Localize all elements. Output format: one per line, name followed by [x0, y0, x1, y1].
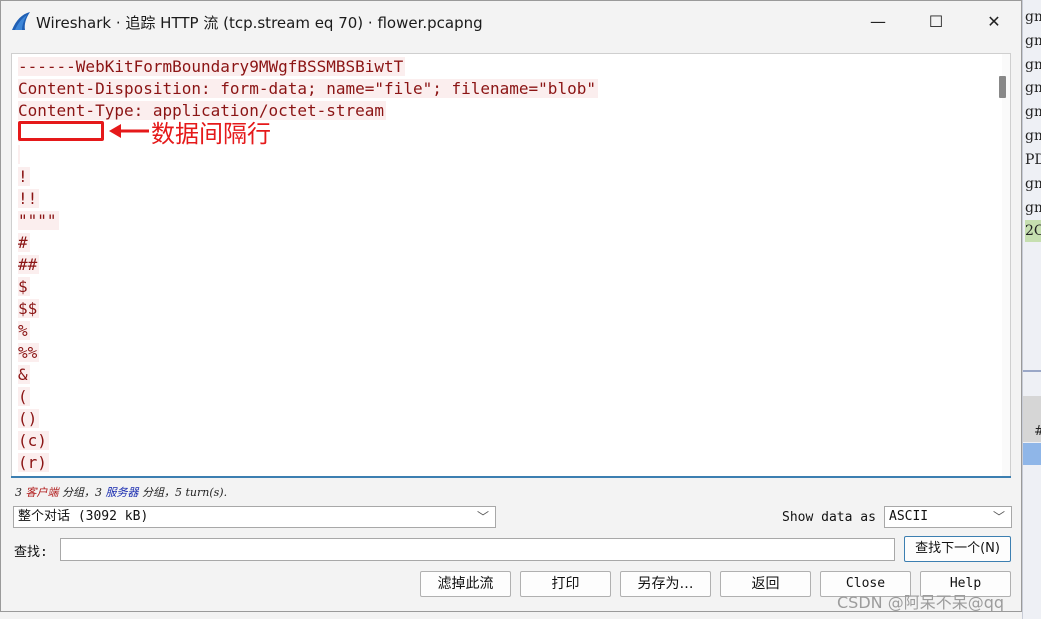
- stream-line: [18, 122, 598, 144]
- stream-line: !: [18, 167, 30, 186]
- stream-line: """": [18, 211, 59, 230]
- show-data-label: Show data as: [782, 510, 876, 525]
- stream-line: ##: [18, 255, 40, 274]
- show-data-value: ASCII: [889, 509, 929, 524]
- save-as-button[interactable]: 另存为…: [620, 571, 711, 597]
- close-window-button[interactable]: ✕: [974, 7, 1014, 37]
- background-row: gm: [1025, 104, 1041, 120]
- client-label: 客户端: [25, 486, 59, 499]
- annotation-arrow-icon: [109, 124, 149, 138]
- chevron-down-icon: ﹀: [476, 510, 489, 524]
- chevron-down-icon: ﹀: [992, 510, 1005, 524]
- stream-line: !!: [18, 189, 40, 208]
- stream-text[interactable]: ------WebKitFormBoundary9MWgfBSSMBSBiwtT…: [18, 56, 598, 474]
- background-row: PD: [1025, 152, 1041, 168]
- background-row: gm: [1025, 176, 1041, 192]
- conversation-select[interactable]: 整个对话 (3092 kB) ﹀: [13, 506, 496, 528]
- background-row-selected: 2C: [1025, 220, 1041, 242]
- background-row: gm: [1025, 33, 1041, 49]
- watermark: CSDN @阿呆不呆@qq: [837, 593, 1005, 612]
- background-row: gm: [1025, 128, 1041, 144]
- stream-line: Content-Type: application/octet-stream: [18, 101, 387, 120]
- find-next-button[interactable]: 查找下一个(N): [904, 536, 1011, 562]
- scrollbar-thumb[interactable]: [999, 76, 1006, 98]
- stream-line: [18, 144, 598, 166]
- stream-line: %: [18, 321, 30, 340]
- background-selection: [1023, 443, 1041, 465]
- background-window: gm gm gm gm gm gm PD gm gm 2C #: [1022, 0, 1041, 619]
- find-input[interactable]: [60, 538, 895, 561]
- content-focus-underline: [11, 476, 1011, 478]
- conversation-select-value: 整个对话 (3092 kB): [18, 509, 149, 524]
- stream-status: 3 客户端 分组，3 服务器 分组，5 turn(s).: [15, 486, 228, 499]
- filter-out-button[interactable]: 滤掉此流: [420, 571, 511, 597]
- background-row: gm: [1025, 9, 1041, 25]
- stream-line: #: [18, 233, 30, 252]
- background-row: gm: [1025, 200, 1041, 216]
- stream-line: &: [18, 365, 30, 384]
- print-button[interactable]: 打印: [520, 571, 611, 597]
- stream-line: $: [18, 277, 30, 296]
- stream-line: Content-Disposition: form-data; name="fi…: [18, 79, 598, 98]
- annotation-label: 数据间隔行: [151, 120, 271, 148]
- background-row: gm: [1025, 57, 1041, 73]
- annotation-highlight-box: [18, 121, 104, 141]
- stream-line: (r): [18, 453, 49, 472]
- server-label: 服务器: [105, 486, 139, 499]
- find-label: 查找:: [14, 545, 48, 560]
- show-data-select[interactable]: ASCII ﹀: [884, 506, 1012, 528]
- background-hash: #: [1034, 424, 1041, 439]
- stream-line: (c): [18, 431, 49, 450]
- follow-stream-dialog: Wireshark · 追踪 HTTP 流 (tcp.stream eq 70)…: [0, 0, 1022, 612]
- background-divider: [1023, 370, 1041, 372]
- wireshark-fin-icon: [12, 12, 30, 30]
- stream-line: ------WebKitFormBoundary9MWgfBSSMBSBiwtT: [18, 57, 406, 76]
- window-title: Wireshark · 追踪 HTTP 流 (tcp.stream eq 70)…: [36, 14, 483, 32]
- background-row: gm: [1025, 80, 1041, 96]
- back-button[interactable]: 返回: [720, 571, 811, 597]
- maximize-button[interactable]: ☐: [916, 7, 956, 37]
- stream-line: (): [18, 409, 40, 428]
- stream-line: (: [18, 387, 30, 406]
- minimize-button[interactable]: —: [858, 7, 898, 37]
- title-bar: Wireshark · 追踪 HTTP 流 (tcp.stream eq 70)…: [1, 1, 1021, 43]
- stream-line: %%: [18, 343, 40, 362]
- stream-line: $$: [18, 299, 40, 318]
- vertical-scrollbar[interactable]: [999, 54, 1010, 476]
